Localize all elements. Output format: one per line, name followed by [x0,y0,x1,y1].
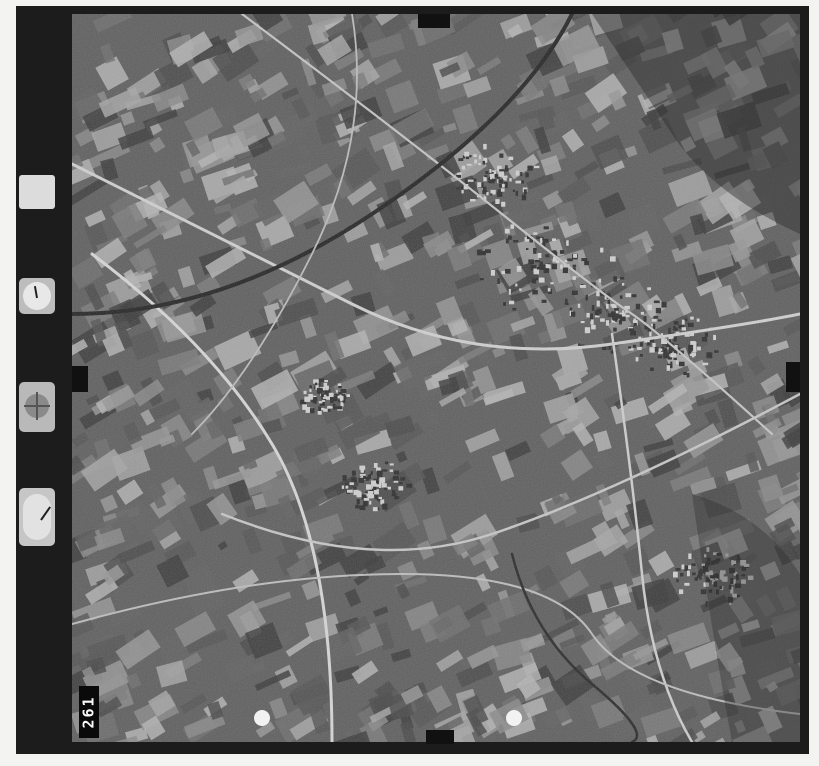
top-fiducial-notch [418,14,450,28]
aerial-photo-graphic [72,14,800,742]
altimeter-icon [19,278,55,314]
right-fiducial-notch [786,362,800,392]
frame-number-label: 261 [79,686,99,738]
level-bubble-icon [19,382,55,432]
fiducial-mark-left [254,710,270,726]
note-card-icon [19,175,55,209]
frame-number: 261 [80,695,98,729]
aerial-photo [72,14,800,742]
left-fiducial-notch [72,366,88,392]
instrument-strip [16,170,72,550]
bottom-fiducial-notch [426,730,454,744]
fiducial-mark-right [506,710,522,726]
film-sheet: 261 [0,0,819,766]
clock-icon [19,488,55,546]
